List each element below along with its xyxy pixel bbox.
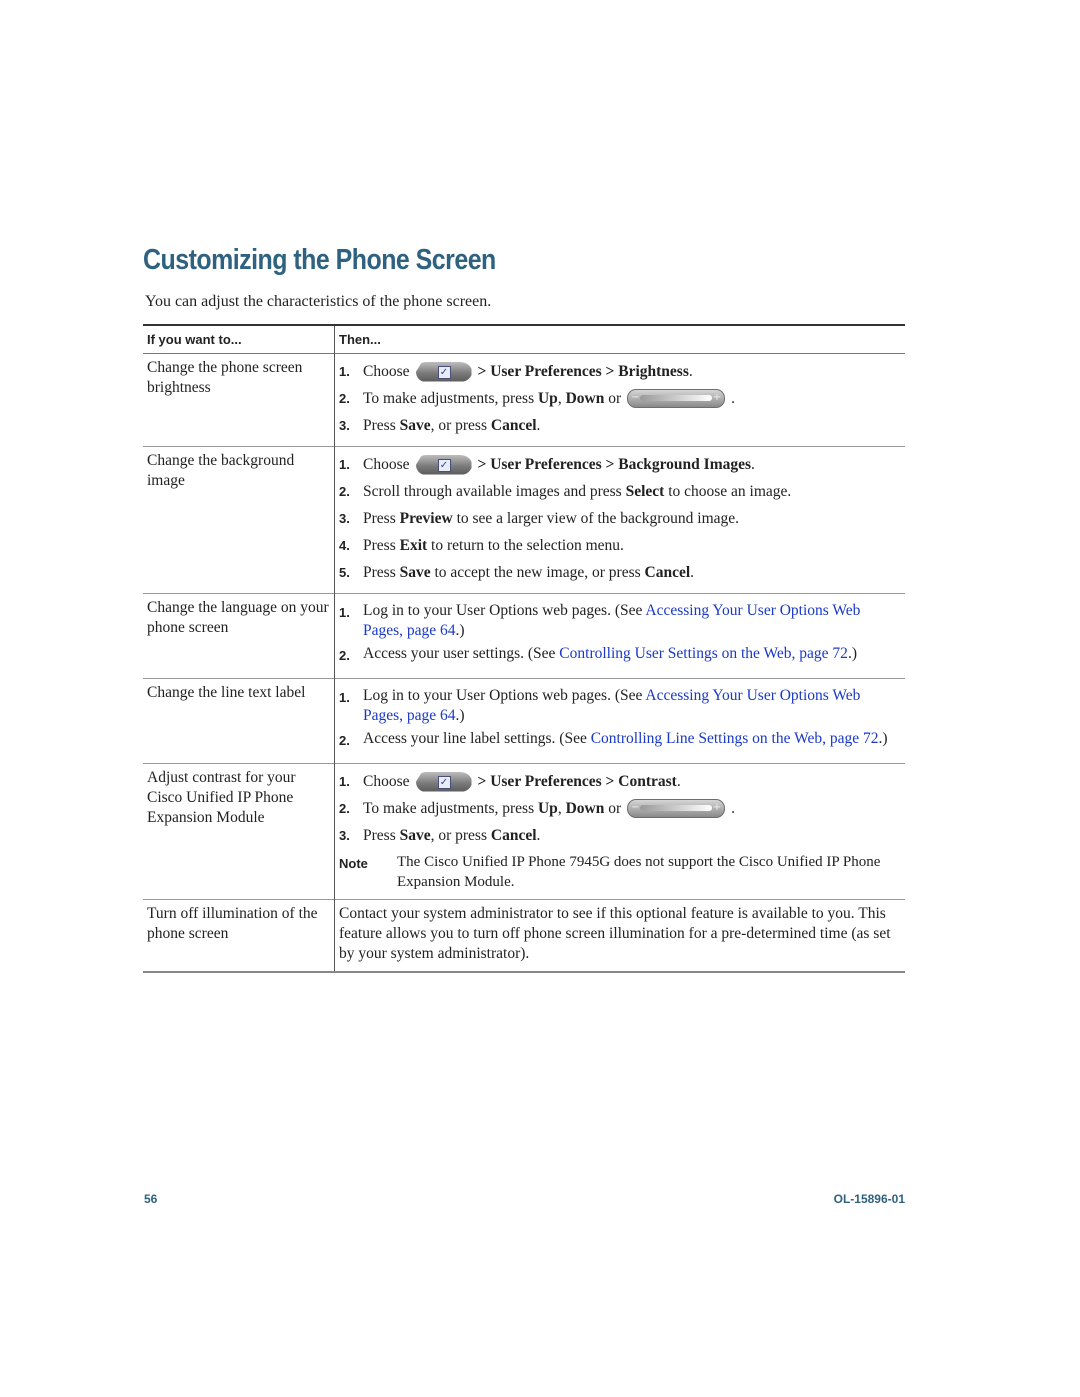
table-header-row: If you want to... Then... (143, 325, 905, 354)
steps-cell: 1. Log in to your User Options web pages… (335, 594, 906, 679)
steps-cell: 1. Log in to your User Options web pages… (335, 679, 906, 764)
task-cell: Change the line text label (143, 678, 335, 764)
menu-path: > User Preferences > Brightness (477, 362, 689, 380)
note-text: The Cisco Unified IP Phone 7945G does no… (397, 854, 881, 890)
intro-text: You can adjust the characteristics of th… (145, 293, 492, 310)
step: 1. Choose ✓ > User Preferences > Brightn… (339, 361, 693, 382)
task-cell: Change the language on your phone screen (143, 593, 335, 679)
task-cell: Change the phone screen brightness (143, 353, 335, 447)
step: 3. Press Preview to see a larger view of… (339, 509, 740, 527)
note-label: Note (339, 856, 368, 871)
table-row: Turn off illumination of the phone scree… (143, 899, 905, 972)
step: 5. Press Save to accept the new image, o… (339, 563, 695, 581)
steps-cell: 1. Choose ✓ > User Preferences > Contras… (335, 764, 906, 900)
task-cell: Adjust contrast for your Cisco Unified I… (143, 763, 335, 900)
table-row: Change the phone screen brightness 1. Ch… (143, 353, 906, 447)
menu-path: > User Preferences > Background Images (477, 455, 752, 473)
step: 1. Log in to your User Options web pages… (339, 687, 861, 724)
step: 2. Access your line label settings. (See… (339, 730, 888, 748)
menu-path: > User Preferences > Contrast (477, 772, 677, 790)
step: 1. Choose ✓ > User Preferences > Backgro… (339, 454, 755, 475)
header-then: Then... (339, 332, 381, 347)
note: Note The Cisco Unified IP Phone 7945G do… (339, 849, 901, 892)
link-controlling-line-settings[interactable]: Controlling Line Settings on the Web, pa… (591, 730, 879, 747)
step: 4. Press Exit to return to the selection… (339, 536, 624, 554)
instructions-table: If you want to... Then... Change the pho… (143, 324, 905, 973)
step: 1. Choose ✓ > User Preferences > Contras… (339, 771, 681, 792)
table-row: Change the background image 1. Choose ✓ … (143, 446, 906, 594)
link-controlling-user-settings[interactable]: Controlling User Settings on the Web, pa… (559, 645, 848, 662)
step: 3. Press Save, or press Cancel. (339, 826, 541, 844)
task-cell: Change the background image (143, 446, 335, 594)
page-number: 56 (144, 1192, 158, 1206)
settings-button-icon: ✓ (415, 771, 472, 792)
page-title: Customizing the Phone Screen (143, 244, 496, 276)
step: 2. To make adjustments, press Up, Down o… (339, 799, 735, 818)
navigation-bar-icon: − + (627, 799, 726, 818)
navigation-bar-icon: − + (627, 389, 726, 408)
settings-button-icon: ✓ (415, 361, 472, 382)
table-row: Change the language on your phone screen… (143, 593, 906, 679)
step: 2. Access your user settings. (See Contr… (339, 645, 857, 663)
header-task: If you want to... (143, 325, 335, 354)
steps-cell: 1. Choose ✓ > User Preferences > Brightn… (335, 354, 906, 447)
step: 2. To make adjustments, press Up, Down o… (339, 389, 735, 408)
table-row: Adjust contrast for your Cisco Unified I… (143, 763, 906, 900)
table-row: Change the line text label 1. Log in to … (143, 678, 906, 764)
document-id: OL-15896-01 (833, 1192, 905, 1206)
task-cell: Turn off illumination of the phone scree… (143, 899, 335, 972)
step: 2. Scroll through available images and p… (339, 482, 792, 500)
step: 1. Log in to your User Options web pages… (339, 602, 861, 639)
steps-cell: 1. Choose ✓ > User Preferences > Backgro… (335, 447, 906, 594)
settings-button-icon: ✓ (415, 454, 472, 475)
step: 3. Press Save, or press Cancel. (339, 416, 541, 434)
description-cell: Contact your system administrator to see… (339, 905, 891, 962)
